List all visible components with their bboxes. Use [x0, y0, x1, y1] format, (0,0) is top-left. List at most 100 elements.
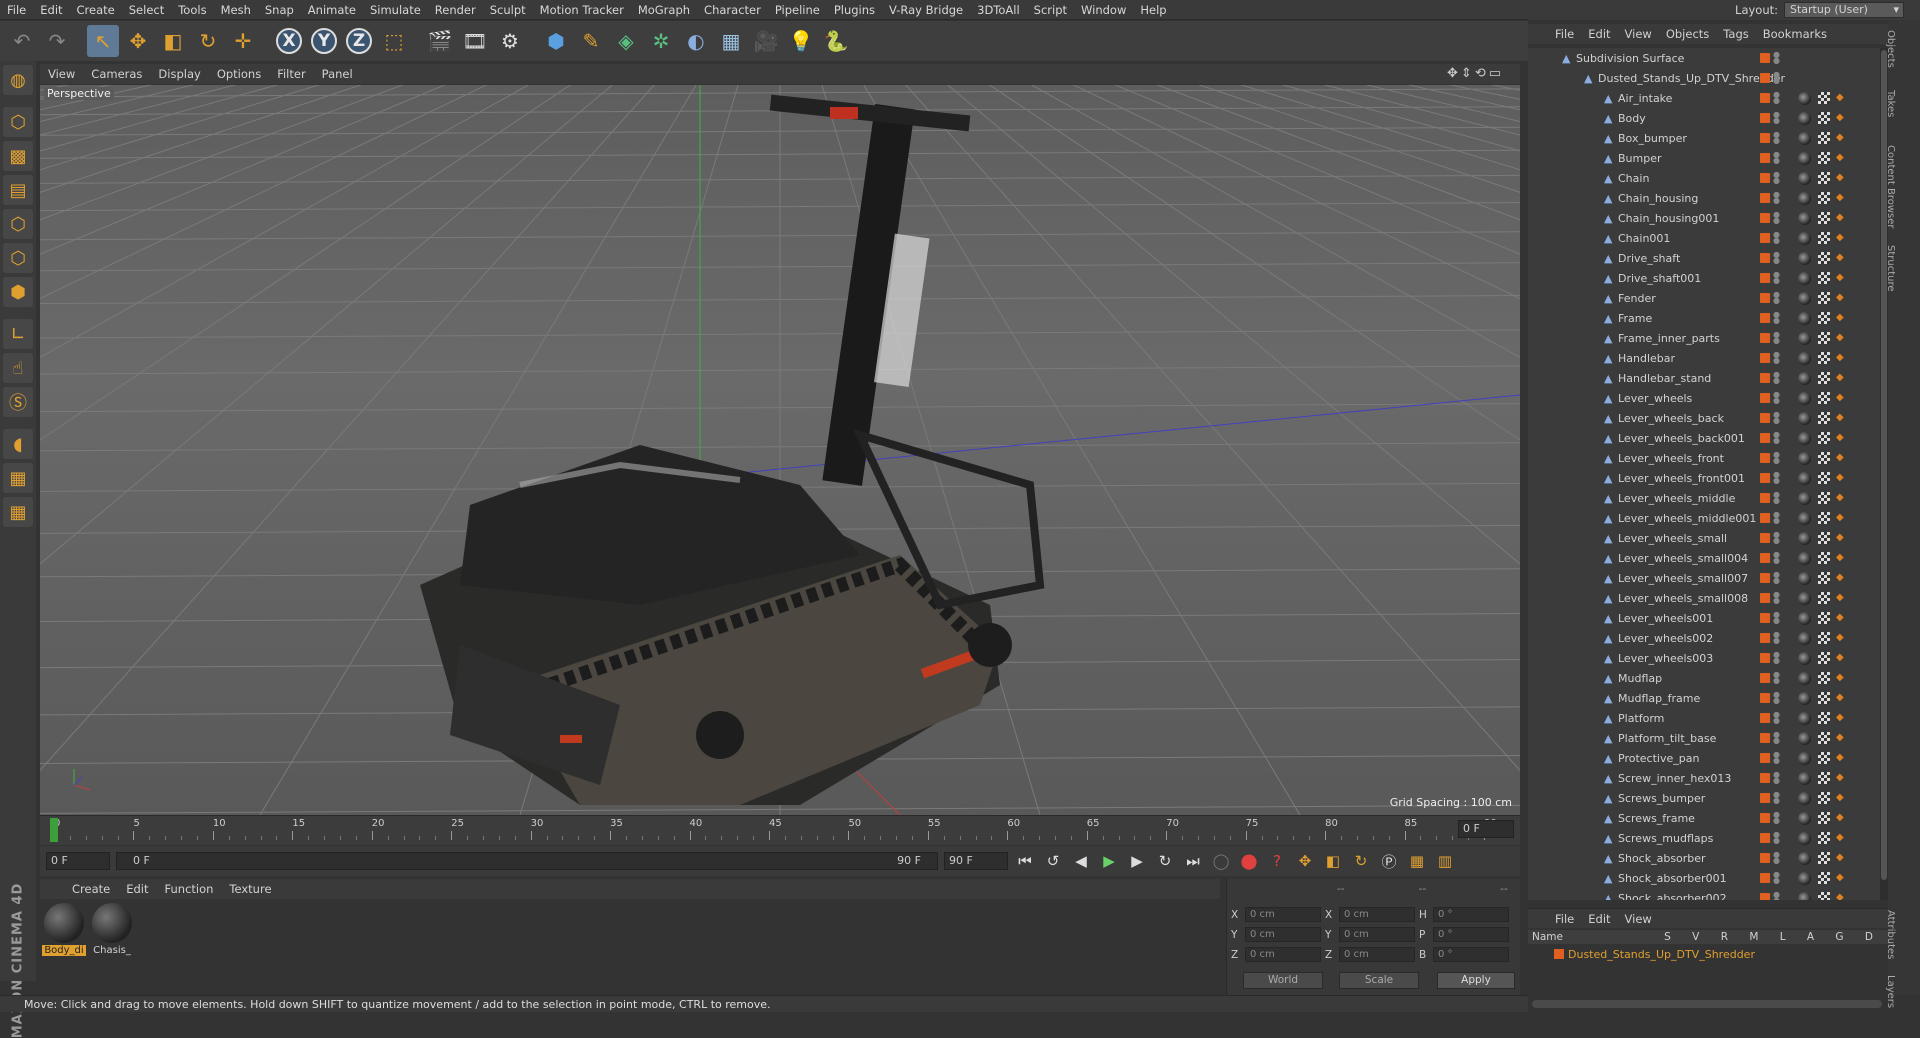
- render-dots[interactable]: ●●: [1773, 311, 1780, 325]
- visibility-flag[interactable]: [1760, 593, 1770, 603]
- size-x-field[interactable]: 0 cm: [1339, 907, 1415, 922]
- texture-tag-icon[interactable]: [1818, 692, 1830, 704]
- texture-tag-icon[interactable]: [1818, 452, 1830, 464]
- object-row[interactable]: ▲ Protective_pan ● ● ◆: [1528, 748, 1888, 768]
- texture-tag-icon[interactable]: [1818, 712, 1830, 724]
- visibility-flag[interactable]: [1760, 393, 1770, 403]
- visibility-flag[interactable]: [1760, 793, 1770, 803]
- redo-icon[interactable]: ↷: [41, 25, 73, 57]
- object-row[interactable]: ▲ Fender ● ● ◆: [1528, 288, 1888, 308]
- object-row[interactable]: ▲ Lever_wheels_middle001 ● ● ◆: [1528, 508, 1888, 528]
- render-dots[interactable]: ●●: [1773, 171, 1780, 185]
- object-row[interactable]: ▲ Lever_wheels_front ● ● ◆: [1528, 448, 1888, 468]
- material-tag-icon[interactable]: [1798, 191, 1811, 205]
- render-dots[interactable]: ●●: [1773, 111, 1780, 125]
- position-y-field[interactable]: 0 cm: [1245, 927, 1321, 942]
- texture-mode-icon[interactable]: ▩: [3, 141, 33, 171]
- coordinate-system-icon[interactable]: ⬚: [378, 25, 410, 57]
- object-row[interactable]: ▲ Air_intake ● ● ◆: [1528, 88, 1888, 108]
- uvw-tag-icon[interactable]: ◆: [1836, 573, 1846, 583]
- layer-menu-view[interactable]: View: [1618, 912, 1659, 926]
- texture-tag-icon[interactable]: [1818, 152, 1830, 164]
- render-dots[interactable]: ●●: [1773, 611, 1780, 625]
- visibility-flag[interactable]: [1760, 893, 1770, 900]
- uvw-tag-icon[interactable]: ◆: [1836, 93, 1846, 103]
- material-tag-icon[interactable]: [1798, 291, 1811, 305]
- layer-scrollbar[interactable]: [1532, 1000, 1882, 1008]
- lock-workplane-icon[interactable]: ▦: [3, 463, 33, 493]
- visibility-flag[interactable]: [1760, 673, 1770, 683]
- floor-icon[interactable]: ▦: [715, 25, 747, 57]
- render-dots[interactable]: ●●: [1773, 671, 1780, 685]
- uvw-tag-icon[interactable]: ◆: [1836, 113, 1846, 123]
- material-tag-icon[interactable]: [1798, 831, 1811, 845]
- render-dots[interactable]: ●●: [1773, 211, 1780, 225]
- object-row[interactable]: ▲ Chain_housing001 ● ● ◆: [1528, 208, 1888, 228]
- texture-tag-icon[interactable]: [1818, 292, 1830, 304]
- visibility-flag[interactable]: [1760, 233, 1770, 243]
- uvw-tag-icon[interactable]: ◆: [1836, 413, 1846, 423]
- play-icon[interactable]: ▶: [1098, 850, 1120, 872]
- uvw-tag-icon[interactable]: ◆: [1836, 233, 1846, 243]
- object-row[interactable]: ▲ Drive_shaft ● ● ◆: [1528, 248, 1888, 268]
- texture-tag-icon[interactable]: [1818, 752, 1830, 764]
- uvw-tag-icon[interactable]: ◆: [1836, 493, 1846, 503]
- visibility-flag[interactable]: [1760, 53, 1770, 63]
- menu-help[interactable]: Help: [1133, 3, 1173, 17]
- uvw-tag-icon[interactable]: ◆: [1836, 273, 1846, 283]
- visibility-flag[interactable]: [1760, 313, 1770, 323]
- visibility-flag[interactable]: [1760, 773, 1770, 783]
- render-dots[interactable]: ●●: [1773, 731, 1780, 745]
- material-tag-icon[interactable]: [1798, 151, 1811, 165]
- material-tag-icon[interactable]: [1798, 471, 1811, 485]
- layer-menu-file[interactable]: File: [1548, 912, 1581, 926]
- menu-snap[interactable]: Snap: [258, 3, 301, 17]
- position-z-field[interactable]: 0 cm: [1245, 947, 1321, 962]
- menu-simulate[interactable]: Simulate: [363, 3, 428, 17]
- key-position-icon[interactable]: ✥: [1294, 850, 1316, 872]
- menu-v-ray-bridge[interactable]: V-Ray Bridge: [882, 3, 970, 17]
- visibility-flag[interactable]: [1760, 413, 1770, 423]
- object-row[interactable]: ▲ Lever_wheels_small008 ● ● ◆: [1528, 588, 1888, 608]
- object-row[interactable]: ▲ Box_bumper ● ● ◆: [1528, 128, 1888, 148]
- render-dots[interactable]: ●●: [1773, 291, 1780, 305]
- object-row[interactable]: ▲ Lever_wheels_small007 ● ● ◆: [1528, 568, 1888, 588]
- texture-tag-icon[interactable]: [1818, 672, 1830, 684]
- tab-objects[interactable]: Objects: [1885, 30, 1896, 68]
- material-menu-edit[interactable]: Edit: [118, 882, 156, 896]
- menu-character[interactable]: Character: [697, 3, 768, 17]
- render-dots[interactable]: ●●: [1773, 851, 1780, 865]
- material-tag-icon[interactable]: [1798, 131, 1811, 145]
- menu-render[interactable]: Render: [428, 3, 483, 17]
- material-tag-icon[interactable]: [1798, 371, 1811, 385]
- texture-tag-icon[interactable]: [1818, 212, 1830, 224]
- undo-icon[interactable]: ↶: [6, 25, 38, 57]
- material-tag-icon[interactable]: [1798, 871, 1811, 885]
- visibility-flag[interactable]: [1760, 633, 1770, 643]
- visibility-flag[interactable]: [1760, 153, 1770, 163]
- texture-tag-icon[interactable]: [1818, 652, 1830, 664]
- object-row[interactable]: ▲ Lever_wheels_small ● ● ◆: [1528, 528, 1888, 548]
- texture-tag-icon[interactable]: [1818, 312, 1830, 324]
- visibility-flag[interactable]: [1760, 573, 1770, 583]
- tab-layers[interactable]: Layers: [1885, 975, 1896, 1008]
- menu-edit[interactable]: Edit: [33, 3, 69, 17]
- render-dots[interactable]: ●●: [1773, 331, 1780, 345]
- viewport-menu-options[interactable]: Options: [209, 67, 269, 81]
- y-axis-button[interactable]: Y: [308, 25, 340, 57]
- object-row[interactable]: ▲ Lever_wheels001 ● ● ◆: [1528, 608, 1888, 628]
- object-row[interactable]: ▲ Lever_wheels_middle ● ● ◆: [1528, 488, 1888, 508]
- object-row[interactable]: ▲ Screws_mudflaps ● ● ◆: [1528, 828, 1888, 848]
- rotation-p-field[interactable]: 0 °: [1433, 927, 1509, 942]
- material-tag-icon[interactable]: [1798, 611, 1811, 625]
- render-dots[interactable]: ●●: [1773, 531, 1780, 545]
- visibility-flag[interactable]: [1760, 173, 1770, 183]
- object-row[interactable]: ▲ Subdivision Surface ● ●: [1528, 48, 1888, 68]
- material-tag-icon[interactable]: [1798, 711, 1811, 725]
- object-menu-bookmarks[interactable]: Bookmarks: [1756, 27, 1834, 41]
- render-dots[interactable]: ●●: [1773, 91, 1780, 105]
- tab-content-browser[interactable]: Content Browser: [1885, 145, 1896, 228]
- visibility-flag[interactable]: [1760, 353, 1770, 363]
- object-row[interactable]: ▲ Platform_tilt_base ● ● ◆: [1528, 728, 1888, 748]
- visibility-flag[interactable]: [1760, 213, 1770, 223]
